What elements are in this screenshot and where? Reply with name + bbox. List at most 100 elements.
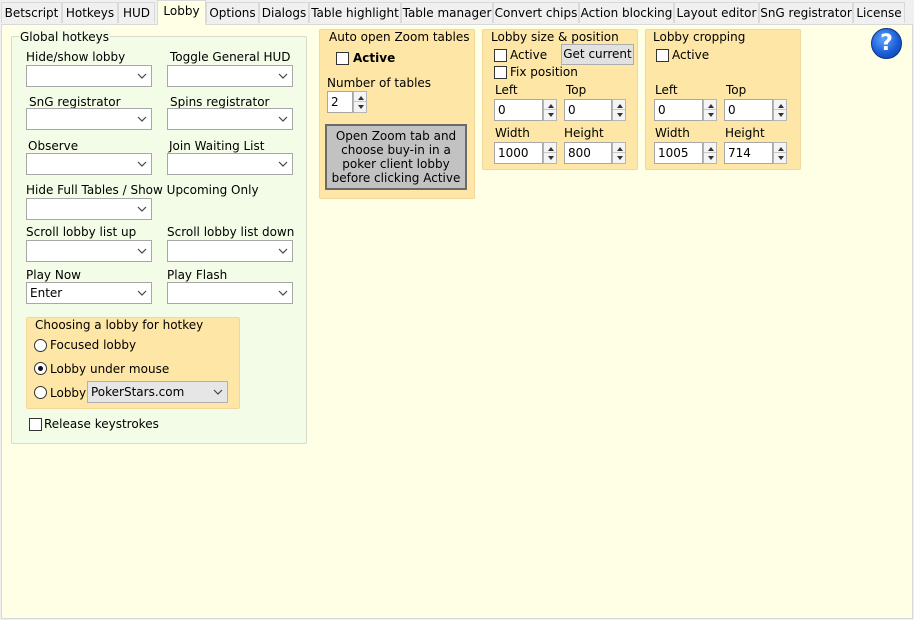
chevron-down-icon xyxy=(137,290,147,296)
lobby-size-width-label: Width xyxy=(495,126,530,140)
lobby-size-active-checkbox[interactable] xyxy=(494,49,507,62)
tab-betscript[interactable]: Betscript xyxy=(1,2,62,23)
toggle-general-hud-combo[interactable] xyxy=(167,65,293,87)
lobby-cropping-top-spinner[interactable] xyxy=(773,99,787,121)
lobby-size-title: Lobby size & position xyxy=(491,30,619,44)
tab-sng-registrator[interactable]: SnG registrator xyxy=(759,2,853,23)
fix-position-checkbox[interactable] xyxy=(494,66,507,79)
spin-up-icon xyxy=(617,147,623,151)
spin-up-icon xyxy=(548,147,554,151)
lobby-select[interactable]: PokerStars.com xyxy=(87,381,228,403)
chevron-down-icon xyxy=(137,161,147,167)
play-flash-combo[interactable] xyxy=(167,282,293,304)
lobby-size-left-input[interactable]: 0 xyxy=(494,99,543,121)
zoom-info-line-4: before clicking Active xyxy=(331,171,461,185)
lobby-cropping-width-input[interactable]: 1005 xyxy=(654,142,703,164)
lobby-size-width-input[interactable]: 1000 xyxy=(494,142,543,164)
choosing-lobby-title: Choosing a lobby for hotkey xyxy=(35,318,204,332)
lobby-cropping-left-input[interactable]: 0 xyxy=(654,99,703,121)
lobby-cropping-left-spinner[interactable] xyxy=(703,99,717,121)
lobby-size-top-spinner[interactable] xyxy=(612,99,626,121)
lobby-cropping-width-label: Width xyxy=(655,126,690,140)
tab-dialogs[interactable]: Dialogs xyxy=(259,2,309,23)
lobby-under-mouse-radio[interactable] xyxy=(34,362,47,375)
tab-layout-editor[interactable]: Layout editor xyxy=(674,2,759,23)
lobby-cropping-height-spinner[interactable] xyxy=(773,142,787,164)
lobby-cropping-top-input[interactable]: 0 xyxy=(724,99,773,121)
play-now-combo[interactable]: Enter xyxy=(26,282,152,304)
scroll-up-combo[interactable] xyxy=(26,240,152,262)
sng-registrator-combo[interactable] xyxy=(26,108,152,130)
tab-lobby[interactable]: Lobby xyxy=(157,0,206,25)
num-tables-input[interactable]: 2 xyxy=(327,91,353,113)
zoom-info-line-2: choose buy-in in a xyxy=(341,143,451,157)
focused-lobby-radio[interactable] xyxy=(34,339,47,352)
lobby-size-height-input[interactable]: 800 xyxy=(564,142,612,164)
join-waiting-list-combo[interactable] xyxy=(167,153,293,175)
auto-zoom-active-label: Active xyxy=(353,51,396,65)
spin-down-icon xyxy=(778,113,784,117)
zoom-info-line-1: Open Zoom tab and xyxy=(335,129,457,143)
lobby-cropping-title: Lobby cropping xyxy=(653,30,746,44)
hide-show-lobby-combo[interactable] xyxy=(26,65,152,87)
lobby-size-height-spinner[interactable] xyxy=(612,142,626,164)
spin-up-icon xyxy=(778,147,784,151)
lobby-cropping-left-label: Left xyxy=(655,83,678,97)
tab-hotkeys[interactable]: Hotkeys xyxy=(62,2,118,23)
chevron-down-icon xyxy=(213,389,223,395)
sng-registrator-label: SnG registrator xyxy=(29,95,121,109)
num-tables-label: Number of tables xyxy=(327,76,432,90)
observe-combo[interactable] xyxy=(26,153,152,175)
lobby-size-active-label: Active xyxy=(510,48,548,62)
chevron-down-icon xyxy=(278,116,288,122)
fix-position-label: Fix position xyxy=(510,65,578,79)
lobby-select-value: PokerStars.com xyxy=(91,385,185,399)
tab-action-blocking[interactable]: Action blocking xyxy=(579,2,674,23)
spins-registrator-label: Spins registrator xyxy=(170,95,270,109)
spin-down-icon xyxy=(617,156,623,160)
play-flash-label: Play Flash xyxy=(167,268,228,282)
lobby-size-width-spinner[interactable] xyxy=(543,142,557,164)
spin-up-icon xyxy=(548,104,554,108)
lobby-cropping-top-label: Top xyxy=(726,83,747,97)
chevron-down-icon xyxy=(278,290,288,296)
spin-up-icon xyxy=(358,96,364,100)
lobby-radio-label: Lobby xyxy=(50,386,87,400)
lobby-radio[interactable] xyxy=(34,386,47,399)
num-tables-spinner[interactable] xyxy=(353,91,367,113)
hide-full-tables-combo[interactable] xyxy=(26,198,152,220)
spins-registrator-combo[interactable] xyxy=(167,108,293,130)
auto-zoom-active-checkbox[interactable] xyxy=(336,52,349,65)
lobby-cropping-active-checkbox[interactable] xyxy=(656,49,669,62)
tab-convert-chips[interactable]: Convert chips xyxy=(493,2,579,23)
chevron-down-icon xyxy=(278,73,288,79)
spin-up-icon xyxy=(617,104,623,108)
lobby-cropping-width-spinner[interactable] xyxy=(703,142,717,164)
chevron-down-icon xyxy=(278,248,288,254)
help-icon[interactable]: ? xyxy=(871,28,902,59)
chevron-down-icon xyxy=(137,116,147,122)
zoom-info-line-3: poker client lobby xyxy=(342,157,450,171)
lobby-size-left-label: Left xyxy=(495,83,518,97)
chevron-down-icon xyxy=(278,161,288,167)
lobby-cropping-height-label: Height xyxy=(725,126,765,140)
spin-down-icon xyxy=(548,113,554,117)
lobby-size-height-label: Height xyxy=(564,126,604,140)
release-keystrokes-checkbox[interactable] xyxy=(29,418,42,431)
tab-table-highlight[interactable]: Table highlight xyxy=(309,2,401,23)
tab-table-manager[interactable]: Table manager xyxy=(401,2,493,23)
tab-options[interactable]: Options xyxy=(206,2,259,23)
lobby-size-top-input[interactable]: 0 xyxy=(564,99,612,121)
get-current-button[interactable]: Get current xyxy=(561,44,634,65)
global-hotkeys-title: Global hotkeys xyxy=(19,30,111,44)
spin-down-icon xyxy=(358,105,364,109)
lobby-cropping-height-input[interactable]: 714 xyxy=(724,142,773,164)
tab-bar: Betscript Hotkeys HUD Lobby Options Dial… xyxy=(0,0,914,25)
scroll-down-combo[interactable] xyxy=(167,240,293,262)
lobby-size-left-spinner[interactable] xyxy=(543,99,557,121)
tab-license[interactable]: License xyxy=(853,2,905,23)
spin-down-icon xyxy=(617,113,623,117)
chevron-down-icon xyxy=(137,206,147,212)
zoom-info-button[interactable]: Open Zoom tab and choose buy-in in a pok… xyxy=(325,124,467,190)
tab-hud[interactable]: HUD xyxy=(118,2,155,23)
